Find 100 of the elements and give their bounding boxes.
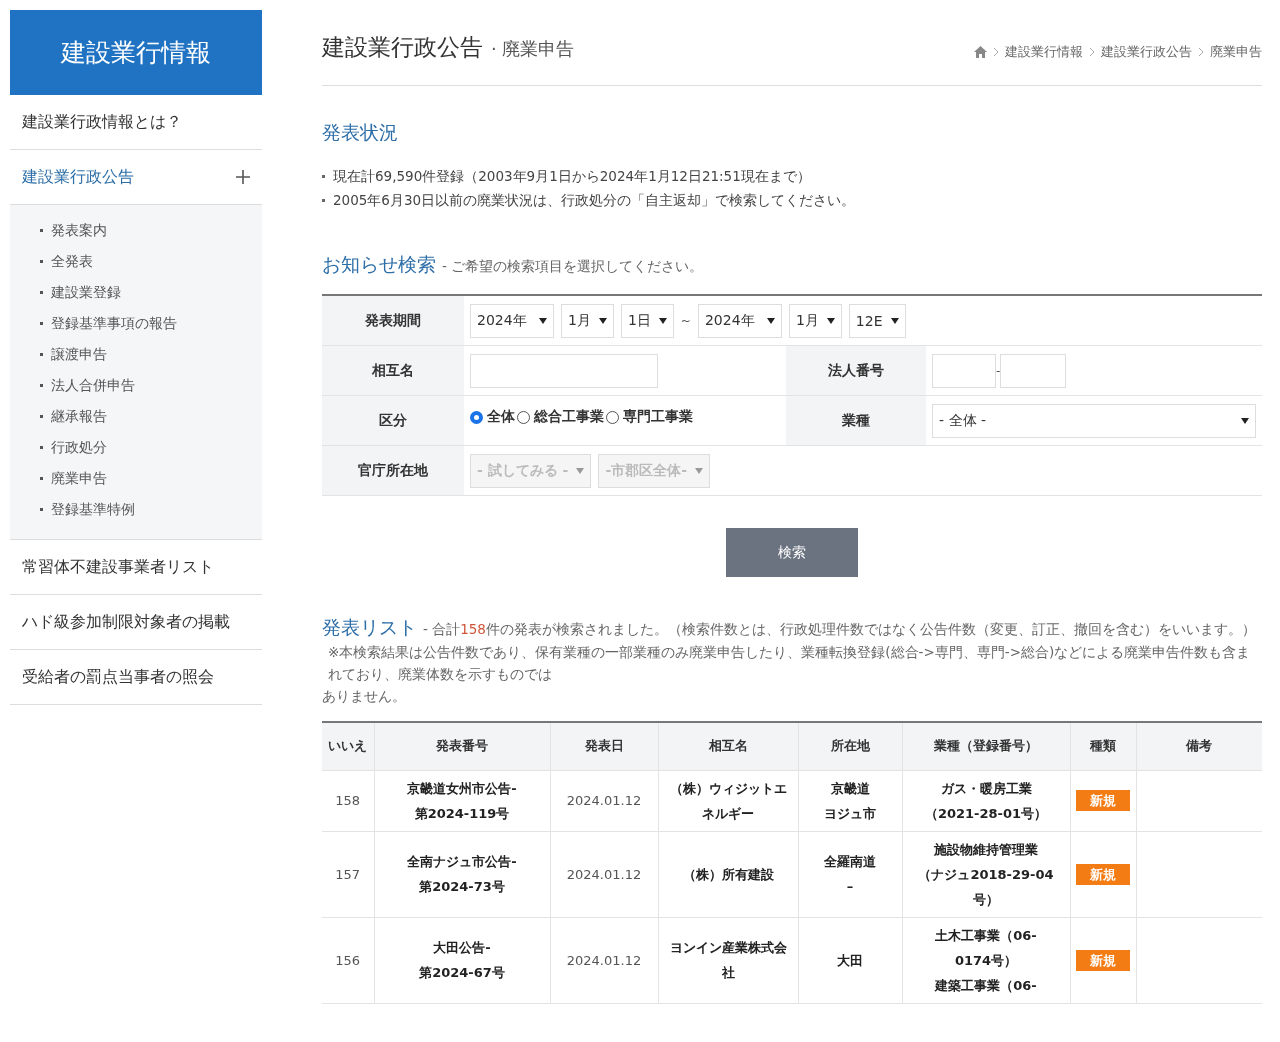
submenu-item[interactable]: 建設業登録 xyxy=(51,283,121,302)
dropdown[interactable]: 2024年 xyxy=(470,303,554,338)
caret-icon xyxy=(598,317,607,324)
table-cell: 全羅南道 – xyxy=(798,831,902,917)
field-label: 業種 xyxy=(786,396,926,446)
dropdown[interactable]: 2024年 xyxy=(697,303,782,338)
page-title: 建設業行政公告 · 廃業申告 xyxy=(322,33,575,62)
caret-icon xyxy=(658,317,667,324)
number-input[interactable] xyxy=(1000,353,1067,388)
sidebar-item[interactable]: 常習体不建設事業者リスト xyxy=(10,540,262,595)
sidebar-item[interactable]: 受給者の罰点当事者の照会 xyxy=(10,650,262,705)
submenu-item[interactable]: 継承報告 xyxy=(51,407,107,426)
breadcrumb-link[interactable]: 廃業申告 xyxy=(1210,43,1262,61)
bullet-icon xyxy=(40,260,43,263)
table-cell: 大田 xyxy=(798,917,902,1003)
chevron-icon xyxy=(993,47,999,57)
table-cell: （株）ウィジットエ ネルギー xyxy=(658,770,798,831)
bullet-icon xyxy=(40,229,43,232)
bullet-icon xyxy=(322,174,325,178)
caret-icon xyxy=(1241,417,1249,424)
number-input[interactable] xyxy=(932,353,996,388)
field-label: 法人番号 xyxy=(786,346,926,396)
column-header: 発表番号 xyxy=(374,722,550,770)
table-cell: 2024.01.12 xyxy=(550,770,658,831)
submenu-item[interactable]: 全発表 xyxy=(51,252,93,271)
bullet-icon xyxy=(40,477,43,480)
bullet-icon xyxy=(40,415,43,418)
chevron-icon xyxy=(1089,47,1095,57)
column-header: いいえ xyxy=(322,722,374,770)
column-header: 種類 xyxy=(1070,722,1136,770)
type-badge: 新規 xyxy=(1076,863,1130,885)
submenu-item[interactable]: 譲渡申告 xyxy=(51,345,107,364)
bullet-icon xyxy=(40,291,43,294)
table-cell: ガス・暖房工業 （2021-28-01号） xyxy=(902,770,1070,831)
sidebar-item[interactable]: ハド級参加制限対象者の掲載 xyxy=(10,595,262,650)
submenu-item[interactable]: 発表案内 xyxy=(51,221,107,240)
caret-icon xyxy=(766,317,775,324)
bullet-icon xyxy=(40,384,43,387)
sidebar-item[interactable]: 建設業行政情報とは？ xyxy=(10,95,262,150)
sidebar-title: 建設業行情報 xyxy=(10,10,262,95)
field-label: 区分 xyxy=(322,396,464,446)
column-header: 発表日 xyxy=(550,722,658,770)
caret-icon xyxy=(890,317,899,324)
chevron-icon xyxy=(1198,47,1204,57)
result-note: ※本検索結果は公告件数であり、保有業種の一部業種のみ廃業申告したり、業種転換登録(総合->専門、専門->総合)などによる廃業申告件数も含まれており、廃業体数を示すものでは xyxy=(327,643,1252,684)
submenu-item[interactable]: 行政処分 xyxy=(51,438,107,457)
bullet-icon xyxy=(40,353,43,356)
table-cell: 全南ナジュ市公告- 第2024-73号 xyxy=(374,831,550,917)
field-label: 相互名 xyxy=(322,346,464,396)
search-button[interactable]: 検索 xyxy=(726,528,858,577)
section-heading: 発表状況 xyxy=(322,120,399,145)
bullet-icon xyxy=(40,322,43,325)
result-note: ありません。 xyxy=(322,687,407,706)
plus-icon[interactable] xyxy=(236,170,250,184)
breadcrumb-link[interactable]: 建設業行情報 xyxy=(1005,43,1083,61)
radio-option[interactable]: 総合工事業 xyxy=(517,408,604,426)
home-icon[interactable] xyxy=(974,46,987,58)
caret-icon xyxy=(576,467,585,474)
radio-icon[interactable] xyxy=(470,410,483,424)
table-cell: （株）所有建設 xyxy=(658,831,798,917)
table-cell: 2024.01.12 xyxy=(550,917,658,1003)
submenu-item[interactable]: 登録基準事項の報告 xyxy=(51,314,177,333)
table-cell: 156 xyxy=(322,917,374,1003)
table-cell: 京畿道女州市公告- 第2024-119号 xyxy=(374,770,550,831)
radio-option[interactable]: 全体 xyxy=(470,408,515,426)
number-separator: - xyxy=(996,363,1001,378)
bullet-icon xyxy=(40,508,43,511)
table-cell: 京畿道 ヨジュ市 xyxy=(798,770,902,831)
type-badge: 新規 xyxy=(1076,790,1130,811)
section-heading: お知らせ検索 xyxy=(322,252,436,277)
table-cell: 158 xyxy=(322,770,374,831)
dropdown[interactable]: 1月 xyxy=(788,303,842,338)
submenu-item[interactable]: 法人合併申告 xyxy=(51,376,135,395)
status-note: 2005年6月30日以前の廃業状況は、行政処分の「自主返却」で検索してください。 xyxy=(333,191,856,210)
table-cell: ヨンイン産業株式会 社 xyxy=(658,917,798,1003)
caret-icon xyxy=(695,467,703,474)
table-cell: 2024.01.12 xyxy=(550,831,658,917)
field-label: 官庁所在地 xyxy=(322,446,464,496)
column-header: 所在地 xyxy=(798,722,902,770)
submenu-item[interactable]: 登録基準特例 xyxy=(51,500,135,519)
type-badge: 新規 xyxy=(1076,949,1130,971)
industry-dropdown[interactable]: - 全体 - xyxy=(932,403,1256,438)
submenu-item[interactable]: 廃業申告 xyxy=(51,469,107,488)
table-cell: 土木工事業（06- 0174号） 建築工事業（06- xyxy=(902,917,1070,1003)
bullet-icon xyxy=(322,198,325,202)
name-input[interactable] xyxy=(470,353,658,388)
range-separator: ~ xyxy=(680,313,691,328)
breadcrumb-link[interactable]: 建設業行政公告 xyxy=(1101,43,1192,61)
radio-option[interactable]: 専門工事業 xyxy=(606,408,693,426)
table-cell: 157 xyxy=(322,831,374,917)
column-header: 備考 xyxy=(1136,722,1262,770)
caret-icon xyxy=(826,317,835,324)
dropdown[interactable]: 1月 xyxy=(561,303,614,338)
dropdown[interactable]: 12E xyxy=(848,303,906,338)
dropdown[interactable]: 1日 xyxy=(620,303,674,338)
bullet-icon xyxy=(40,446,43,449)
table-cell: 施設物維持管理業 （ナジュ2018-29-04 号） xyxy=(902,831,1070,917)
table-cell: 大田公告- 第2024-67号 xyxy=(374,917,550,1003)
column-header: 業種（登録番号） xyxy=(902,722,1070,770)
field-label: 発表期間 xyxy=(322,296,464,346)
